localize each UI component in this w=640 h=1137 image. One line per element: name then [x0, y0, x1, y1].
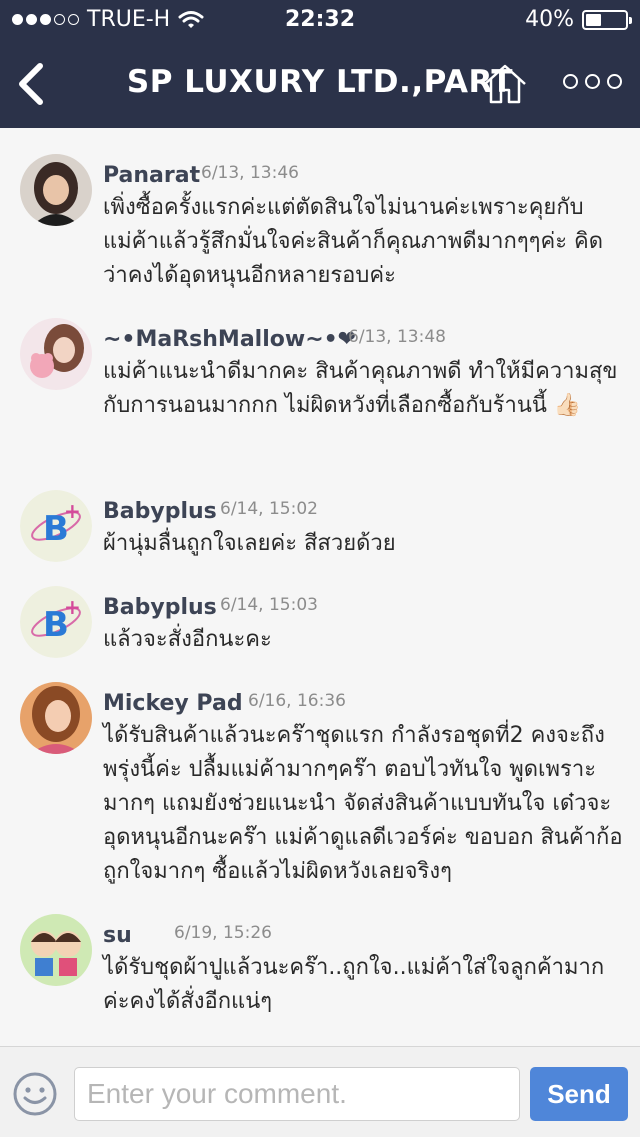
more-dot [563, 74, 578, 89]
avatar[interactable] [20, 154, 92, 226]
battery-fill [586, 13, 602, 26]
comment-date: 6/14, 15:02 [220, 499, 318, 519]
comment-date: 6/13, 13:48 [348, 327, 446, 347]
comment-composer: Send [0, 1046, 640, 1137]
comment-date: 6/19, 15:26 [174, 923, 272, 943]
battery-icon [582, 9, 632, 30]
svg-text:+: + [64, 499, 81, 523]
comment-text: ได้รับชุดผ้าปูแล้วนะคร๊า..ถูกใจ..แม่ค้าใ… [103, 955, 605, 1014]
avatar[interactable] [20, 914, 92, 986]
commenter-name: Panarat [103, 163, 201, 188]
comment-list[interactable]: Panarat 6/13, 13:46 เพิ่งซื้อครั้งแรกค่ะ… [0, 128, 640, 1046]
commenter-name: Babyplus [103, 499, 217, 524]
send-button[interactable]: Send [530, 1067, 628, 1121]
comment-text: ผ้านุ่มลื่นถูกใจเลยค่ะ สีสวยด้วย [103, 531, 396, 556]
avatar[interactable]: B + [20, 490, 92, 562]
more-options-icon[interactable] [563, 74, 622, 89]
avatar[interactable] [20, 682, 92, 754]
smiley-icon[interactable] [12, 1071, 58, 1117]
more-dot [607, 74, 622, 89]
avatar[interactable] [20, 318, 92, 390]
comment-text: เพิ่งซื้อครั้งแรกค่ะแต่ตัดสินใจไม่นานค่ะ… [103, 195, 604, 288]
comment-input[interactable] [74, 1067, 520, 1121]
comment-date: 6/14, 15:03 [220, 595, 318, 615]
comment-text: แล้วจะสั่งอีกนะคะ [103, 627, 272, 652]
battery-percent: 40% [525, 7, 574, 32]
status-right: 40% [525, 7, 632, 32]
svg-text:+: + [64, 595, 81, 619]
comment-date: 6/13, 13:46 [201, 163, 299, 183]
page-title: SP LUXURY LTD.,PART [126, 64, 514, 100]
comment-date: 6/16, 16:36 [248, 691, 346, 711]
commenter-name: Mickey Pad [103, 691, 243, 716]
status-bar: TRUE-H 22:32 40% [0, 0, 640, 40]
home-icon[interactable] [482, 63, 528, 105]
more-dot [585, 74, 600, 89]
commenter-name: Babyplus [103, 595, 217, 620]
top-bar: TRUE-H 22:32 40% SP LUXURY LTD.,PART [0, 0, 640, 128]
commenter-name: ~•MaRshMallow~•❤ [103, 327, 357, 352]
commenter-name: su [103, 923, 132, 948]
comment-text: ได้รับสินค้าแล้วนะคร๊าชุดแรก กำลังรอชุดท… [103, 723, 623, 884]
avatar[interactable]: B + [20, 586, 92, 658]
comment-text: แม่ค้าแนะนำดีมากคะ สินค้าคุณภาพดี ทำให้ม… [103, 359, 618, 418]
navigation-bar: SP LUXURY LTD.,PART [0, 44, 640, 128]
